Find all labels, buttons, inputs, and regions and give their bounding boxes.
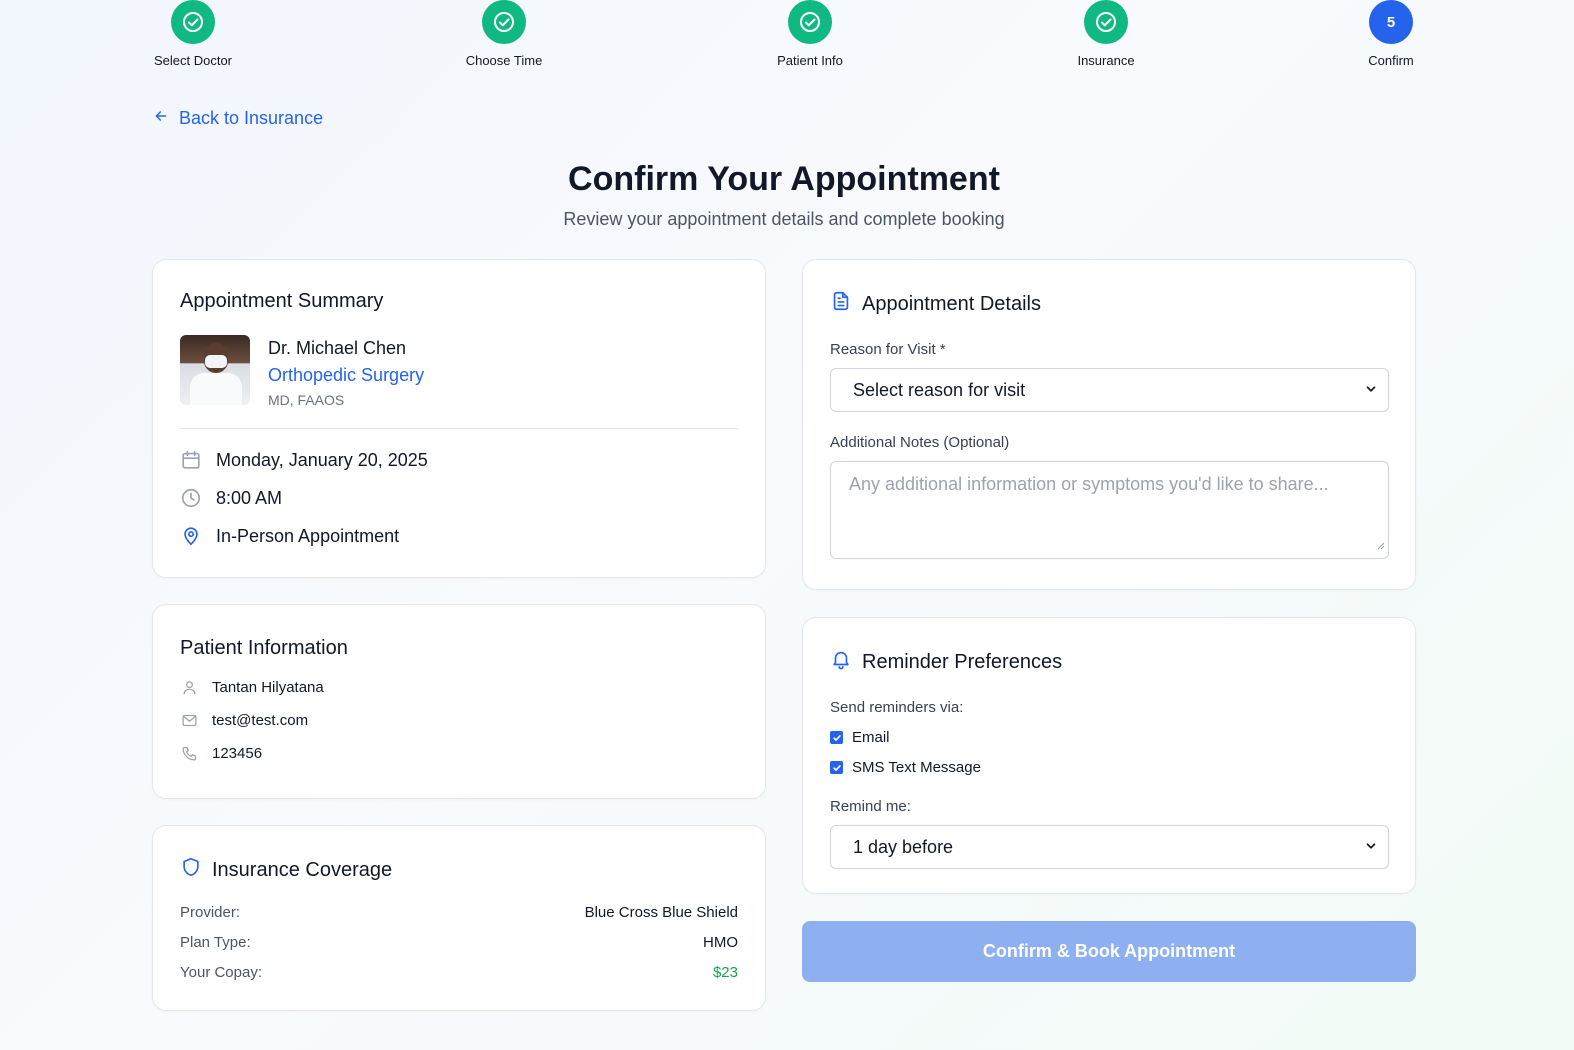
step-choose-time: Choose Time [434,0,574,68]
appointment-time-row: 8:00 AM [180,487,738,509]
copay-value: $23 [712,964,738,981]
appointment-time: 8:00 AM [216,487,283,508]
plan-type-value: HMO [703,934,738,951]
step-label: Select Doctor [153,53,233,68]
doctor-name: Dr. Michael Chen [268,338,407,358]
reminder-preferences-title: Reminder Preferences [830,648,1388,676]
check-circle-icon [788,0,832,44]
email-checkbox[interactable] [830,731,843,744]
step-patient-info: Patient Info [740,0,880,68]
insurance-coverage-title: Insurance Coverage [180,856,738,884]
confirm-book-appointment-button[interactable]: Confirm & Book Appointment [802,921,1416,982]
step-label: Confirm [1368,53,1414,68]
sms-reminder-option[interactable]: SMS Text Message [830,759,1388,776]
step-label: Choose Time [465,53,543,68]
doctor-avatar [180,335,250,405]
email-reminder-option[interactable]: Email [830,729,1388,746]
patient-information-title: Patient Information [180,637,348,659]
clock-icon [180,487,202,509]
step-label: Insurance [1077,53,1135,68]
step-label: Patient Info [777,53,843,68]
divider [180,428,738,429]
check-circle-icon [482,0,526,44]
remind-select-value: 1 day before [853,836,954,857]
copay-label: Your Copay: [180,964,263,981]
appointment-type: In-Person Appointment [216,525,400,546]
appointment-summary-card: Appointment Summary Dr. Michael Chen Ort… [152,259,766,578]
insurance-copay-row: Your Copay: $23 [180,964,738,981]
page-subtitle: Review your appointment details and comp… [563,209,1005,229]
phone-icon [180,744,198,762]
calendar-icon [180,449,202,471]
plan-type-label: Plan Type: [180,934,251,951]
appointment-details-card: Appointment Details Reason for Visit * S… [802,259,1416,590]
additional-notes-label: Additional Notes (Optional) [830,434,1010,451]
additional-notes-textarea[interactable]: Any additional information or symptoms y… [830,461,1389,559]
notes-placeholder: Any additional information or symptoms y… [849,474,1329,494]
patient-email: test@test.com [212,711,309,729]
insurance-provider-row: Provider: Blue Cross Blue Shield [180,904,738,921]
insurance-plan-row: Plan Type: HMO [180,934,738,951]
appointment-summary-title: Appointment Summary [180,290,384,312]
patient-name-row: Tantan Hilyatana [180,678,738,696]
reason-select-value: Select reason for visit [853,379,1026,400]
arrow-left-icon [153,108,169,129]
appointment-date: Monday, January 20, 2025 [216,449,428,470]
page-title: Confirm Your Appointment [568,160,1000,198]
provider-label: Provider: [180,904,241,921]
resize-grip-icon[interactable] [1375,534,1385,555]
shield-icon [180,856,202,884]
chevron-down-icon [1364,837,1378,858]
map-pin-icon [180,525,202,547]
reason-for-visit-label: Reason for Visit * [830,341,946,358]
email-option-label: Email [852,729,890,746]
remind-me-label: Remind me: [830,798,911,815]
patient-phone: 123456 [212,744,263,762]
step-insurance: Insurance [1036,0,1176,68]
appointment-details-title-text: Appointment Details [862,292,1041,315]
check-circle-icon [171,0,215,44]
step-select-doctor: Select Doctor [123,0,263,68]
chevron-down-icon [1364,380,1378,401]
sms-option-label: SMS Text Message [852,759,981,776]
progress-stepper: Select Doctor Choose Time Patient Info I… [0,0,1574,80]
sms-checkbox[interactable] [830,761,843,774]
patient-information-card: Patient Information Tantan Hilyatana tes… [152,604,766,799]
provider-value: Blue Cross Blue Shield [584,904,738,921]
patient-phone-row: 123456 [180,744,738,762]
insurance-title-text: Insurance Coverage [212,858,393,881]
reminder-preferences-card: Reminder Preferences Send reminders via:… [802,617,1416,894]
bell-icon [830,648,852,676]
send-reminders-label: Send reminders via: [830,699,964,716]
appointment-type-row: In-Person Appointment [180,525,738,547]
patient-email-row: test@test.com [180,711,738,729]
document-icon [830,290,852,318]
insurance-coverage-card: Insurance Coverage Provider: Blue Cross … [152,825,766,1011]
appointment-details-title: Appointment Details [830,290,1388,318]
doctor-specialty: Orthopedic Surgery [268,365,425,385]
step-number: 5 [1369,0,1413,44]
step-confirm: 5 Confirm [1321,0,1461,68]
check-circle-icon [1084,0,1128,44]
user-icon [180,678,198,696]
doctor-credentials: MD, FAAOS [268,392,345,408]
reminder-title-text: Reminder Preferences [862,650,1063,673]
back-to-insurance-link[interactable]: Back to Insurance [153,108,323,129]
mail-icon [180,711,198,729]
patient-name: Tantan Hilyatana [212,678,324,696]
reason-for-visit-select[interactable]: Select reason for visit [830,368,1389,412]
remind-me-select[interactable]: 1 day before [830,825,1389,869]
doctor-info: Dr. Michael Chen Orthopedic Surgery MD, … [180,335,738,408]
back-link-label: Back to Insurance [179,108,324,128]
appointment-date-row: Monday, January 20, 2025 [180,449,738,471]
